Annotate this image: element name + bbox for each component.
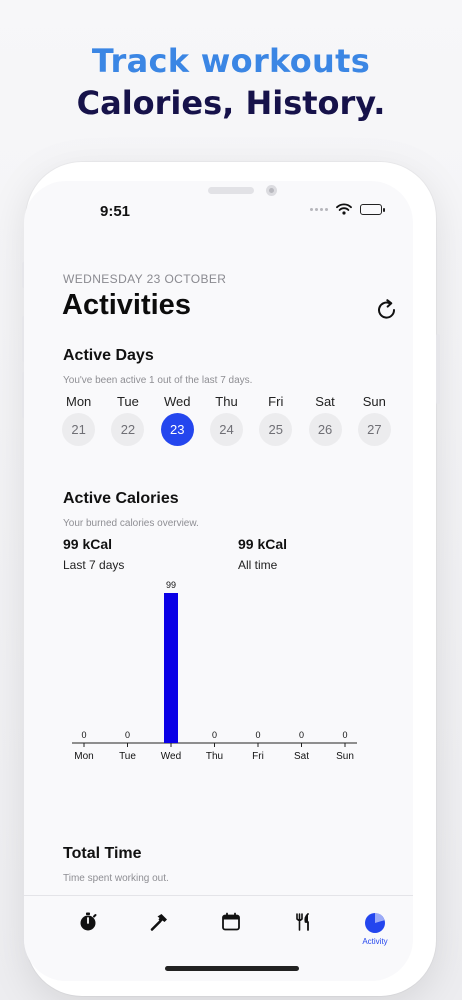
day-wed[interactable]: Wed 23 [153,394,202,446]
day-thu[interactable]: Thu 24 [202,394,251,446]
chart-data-label: 0 [342,730,347,740]
phone-power-button [436,334,440,404]
total-time-title: Total Time [63,845,142,862]
chart-tick-label: Tue [119,751,136,762]
day-number: 21 [62,413,96,446]
day-name: Thu [215,394,238,409]
chart-tick-label: Fri [252,751,264,762]
kcal-last-7-days-value: 99 kCal [63,536,113,552]
phone-camera [266,185,277,196]
chart-data-label: 99 [166,580,176,590]
day-name: Sun [362,394,386,409]
hammer-icon [150,914,167,931]
chart-data-label: 0 [255,730,260,740]
chart-tick-label: Wed [161,751,181,762]
refresh-icon[interactable] [374,297,400,323]
day-sat[interactable]: Sat 26 [300,394,349,446]
calendar-icon [222,912,240,931]
chart-bar [164,593,178,743]
day-number: 25 [259,413,293,446]
chart-data-label: 0 [299,730,304,740]
day-number: 27 [357,413,391,446]
kcal-last-7-days-label: Last 7 days [63,558,125,572]
day-name: Tue [116,394,139,409]
total-time-subtitle: Time spent working out. [63,873,169,884]
pie-chart-icon [365,913,385,933]
day-mon[interactable]: Mon 21 [54,394,103,446]
day-number-selected: 23 [160,413,194,446]
wifi-icon [336,203,352,215]
chart-tick-label: Sun [336,751,354,762]
chart-data-label: 0 [212,730,217,740]
day-fri[interactable]: Fri 25 [251,394,300,446]
tab-timer[interactable] [68,912,108,932]
headline-line-1: Track workouts [91,42,371,80]
day-number: 24 [209,413,243,446]
chart-data-label: 0 [81,730,86,740]
day-number: 22 [111,413,145,446]
active-days-title: Active Days [63,347,154,364]
active-days-subtitle: You've been active 1 out of the last 7 d… [63,375,253,386]
chart-data-label: 0 [125,730,130,740]
day-sun[interactable]: Sun 27 [350,394,399,446]
fork-knife-icon [296,913,309,931]
headline-line-2: Calories, History. [76,84,386,122]
tab-tools[interactable] [139,912,179,932]
kcal-all-time-value: 99 kCal [238,536,288,552]
day-number: 26 [308,413,342,446]
calories-bar-chart: 0 Mon 0 Tue 99 Wed 0 Thu 0 Fri 0 Sat 0 Sun [72,580,357,762]
day-name: Fri [268,394,284,409]
tab-activity[interactable]: Activity [355,912,395,946]
stopwatch-icon [80,912,97,931]
kcal-all-time-label: All time [238,558,278,572]
header-date: WEDNESDAY 23 OCTOBER [63,272,227,286]
home-indicator [165,966,299,971]
headline: Track workouts Calories, History. [0,40,462,124]
chart-tick-label: Mon [74,751,93,762]
battery-icon [360,203,385,215]
status-icons [310,203,385,215]
day-tue[interactable]: Tue 22 [103,394,152,446]
day-name: Mon [65,394,92,409]
tab-nutrition[interactable] [283,912,323,932]
tab-calendar[interactable] [211,912,251,932]
status-time: 9:51 [100,203,131,220]
active-calories-subtitle: Your burned calories overview. [63,518,199,529]
days-row: Mon 21 Tue 22 Wed 23 Thu 24 Fri 25 Sat 2… [54,394,399,446]
chart-tick-label: Thu [206,751,223,762]
chart-tick-label: Sat [294,751,309,762]
app-screen: 9:51 WEDNESDAY 23 OCTOBER Activities Act… [24,181,413,981]
signal-icon [310,207,328,211]
phone-speaker [208,187,254,194]
page-title: Activities [62,289,191,321]
day-name: Sat [315,394,335,409]
tab-activity-label: Activity [362,937,388,946]
active-calories-title: Active Calories [63,490,179,507]
day-name: Wed [163,394,191,409]
